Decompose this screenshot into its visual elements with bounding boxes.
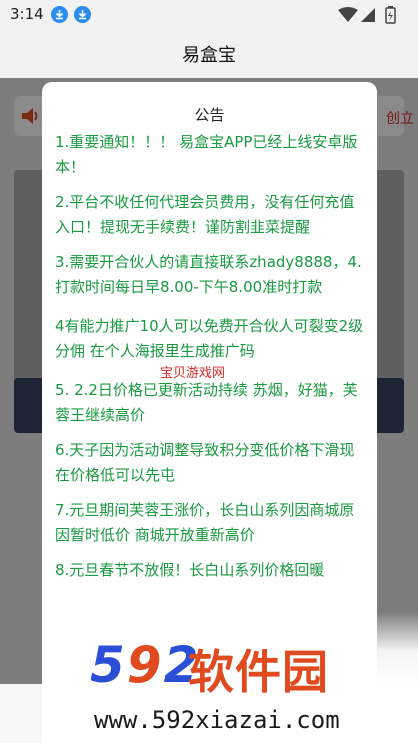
modal-title: 公告 bbox=[194, 106, 225, 124]
notice-modal[interactable]: 公告 1.重要通知！！！ 易盒宝APP已经上线安卓版本！ 2.平台不收任何代理会… bbox=[42, 82, 377, 687]
notice-item: 5. 2.2日价格已更新活动持续 苏烟，好猫，芙蓉王继续高价 bbox=[55, 381, 358, 424]
notice-item: 8.元旦春节不放假！长白山系列价格回暖 bbox=[55, 561, 325, 579]
watermark-logo: 592 bbox=[90, 636, 200, 694]
watermark-digit: 5 bbox=[90, 636, 127, 694]
watermark-digit: 9 bbox=[126, 636, 164, 694]
page-title: 易盒宝 bbox=[182, 45, 236, 66]
watermark-text: 宝贝游戏网 bbox=[160, 366, 226, 381]
watermark-url: www.592xiazai.com bbox=[94, 706, 340, 734]
status-time: 3:14 bbox=[10, 5, 44, 23]
notice-item: 7.元旦期间芙蓉王涨价，长白山系列因商城原因暂时低价 商城开放重新高价 bbox=[55, 501, 355, 544]
notice-item: 2.平台不收任何代理会员费用，没有任何充值入口！提现无手续费！谨防割韭菜提醒 bbox=[55, 193, 355, 236]
notice-list: 1.重要通知！！！ 易盒宝APP已经上线安卓版本！ 2.平台不收任何代理会员费用… bbox=[55, 130, 367, 583]
notice-item: 4有能力推广10人可以免费开合伙人可裂变2级分佣 在个人海报里生成推广码 bbox=[55, 317, 364, 360]
download-icon bbox=[51, 6, 68, 23]
background-link-text: 创立 bbox=[386, 111, 414, 127]
site-watermark: 592 软件园 www.592xiazai.com bbox=[42, 612, 418, 743]
battery-icon bbox=[385, 6, 396, 24]
wifi-icon bbox=[338, 7, 358, 22]
speaker-icon bbox=[22, 108, 38, 124]
app-header: 易盒宝 bbox=[0, 30, 418, 78]
notice-item: 6.天子因为活动调整导致积分变低价格下滑现在价格低可以先屯 bbox=[55, 441, 355, 484]
signal-icon bbox=[361, 8, 375, 22]
status-bar: 3:14 bbox=[0, 0, 418, 30]
download-icon bbox=[74, 6, 91, 23]
notice-item: 1.重要通知！！！ 易盒宝APP已经上线安卓版本！ bbox=[55, 133, 358, 176]
notice-item: 3.需要开合伙人的请直接联系zhady8888，4.打款时间每日早8.00-下午… bbox=[55, 253, 362, 296]
system-icons bbox=[328, 6, 408, 24]
watermark-logo-text: 软件园 bbox=[188, 645, 329, 699]
